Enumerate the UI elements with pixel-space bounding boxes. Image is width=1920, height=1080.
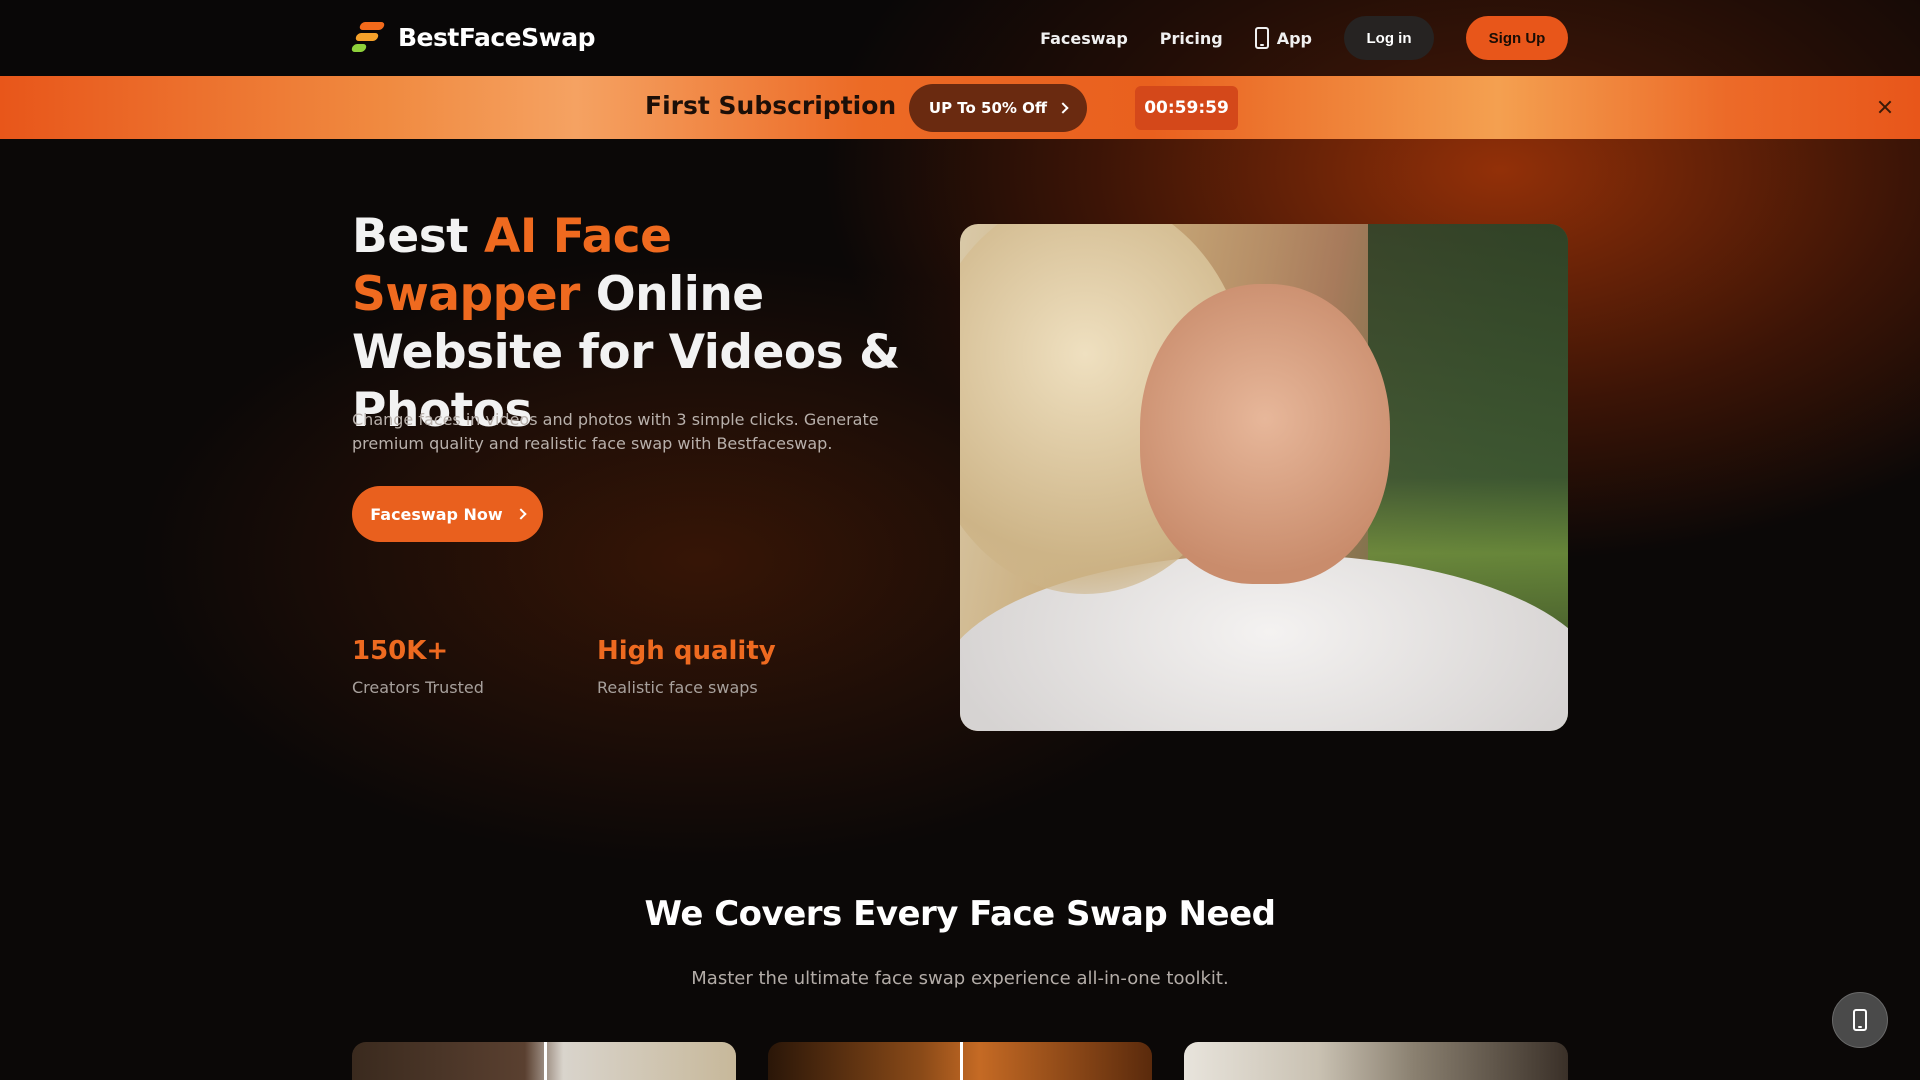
stat-value: High quality bbox=[597, 636, 776, 666]
hero-title: Best AI Face Swapper Online Website for … bbox=[352, 208, 912, 440]
section-title: We Covers Every Face Swap Need bbox=[644, 894, 1276, 934]
compare-divider[interactable] bbox=[544, 1042, 547, 1080]
chevron-right-icon bbox=[515, 508, 527, 520]
hero-title-start: Best bbox=[352, 209, 485, 264]
brand-logo[interactable]: BestFaceSwap bbox=[350, 20, 595, 54]
chevron-right-icon bbox=[1057, 102, 1069, 114]
stat-label: Creators Trusted bbox=[352, 678, 484, 697]
hero-description: Change faces in videos and photos with 3… bbox=[352, 410, 879, 453]
close-icon[interactable] bbox=[1876, 98, 1894, 116]
promo-discount-button[interactable]: UP To 50% Off bbox=[909, 84, 1087, 132]
feature-card[interactable] bbox=[352, 1042, 736, 1080]
phone-icon bbox=[1254, 27, 1269, 49]
nav-link-pricing[interactable]: Pricing bbox=[1160, 29, 1223, 48]
hero-image bbox=[960, 224, 1568, 731]
promo-banner: First Subscription UP To 50% Off 00:59:5… bbox=[0, 76, 1920, 139]
phone-icon bbox=[1853, 1009, 1867, 1031]
nav-link-app-label: App bbox=[1276, 28, 1312, 48]
main-nav: Faceswap Pricing App Log in Sign Up bbox=[1040, 16, 1568, 60]
nav-link-faceswap[interactable]: Faceswap bbox=[1040, 29, 1128, 48]
compare-divider[interactable] bbox=[960, 1042, 963, 1080]
stat-quality: High quality Realistic face swaps bbox=[597, 636, 776, 697]
brand-name: BestFaceSwap bbox=[398, 22, 595, 52]
stat-label: Realistic face swaps bbox=[597, 678, 758, 697]
feature-card[interactable] bbox=[768, 1042, 1152, 1080]
countdown-timer: 00:59:59 bbox=[1135, 86, 1238, 130]
stat-value: 150K+ bbox=[352, 636, 449, 666]
logo-icon bbox=[350, 20, 386, 54]
feature-card[interactable] bbox=[1184, 1042, 1568, 1080]
section-subtitle: Master the ultimate face swap experience… bbox=[691, 968, 1229, 989]
nav-link-app[interactable]: App bbox=[1254, 27, 1312, 49]
site-header: BestFaceSwap Faceswap Pricing App Log in… bbox=[0, 0, 1920, 76]
cta-label: Faceswap Now bbox=[370, 504, 503, 524]
floating-app-button[interactable] bbox=[1832, 992, 1888, 1048]
stat-creators: 150K+ Creators Trusted bbox=[352, 636, 484, 697]
signup-button[interactable]: Sign Up bbox=[1466, 16, 1568, 60]
login-button[interactable]: Log in bbox=[1344, 16, 1434, 60]
promo-discount-label: UP To 50% Off bbox=[928, 99, 1048, 117]
faceswap-now-button[interactable]: Faceswap Now bbox=[352, 486, 543, 542]
promo-title: First Subscription bbox=[645, 91, 897, 120]
